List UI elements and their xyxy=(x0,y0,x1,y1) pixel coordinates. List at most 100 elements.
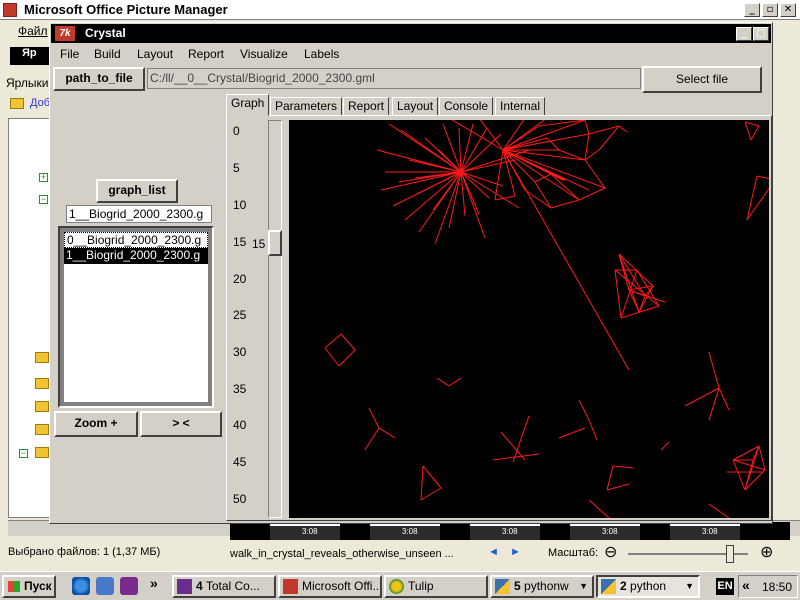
shortcuts-toolbar-button[interactable]: Яр xyxy=(10,47,50,65)
task-label: Tulip xyxy=(408,579,434,593)
folder-icon[interactable] xyxy=(35,352,49,363)
tab-layout[interactable]: Layout xyxy=(392,97,439,116)
scale-slider-track[interactable] xyxy=(268,120,282,518)
minimize-button[interactable]: _ xyxy=(744,3,760,17)
tab-internal[interactable]: Internal xyxy=(495,97,546,116)
scale-tick: 10 xyxy=(233,198,247,212)
floppy-icon xyxy=(177,579,192,594)
scale-tick: 45 xyxy=(233,455,247,469)
tree-collapse-toggle[interactable]: − xyxy=(39,195,48,204)
tab-console[interactable]: Console xyxy=(439,97,494,116)
menu-build[interactable]: Build xyxy=(94,47,121,61)
task-picture-manager[interactable]: Microsoft Offi... xyxy=(278,575,382,598)
graph-edge xyxy=(380,171,462,191)
tab-graph[interactable]: Graph xyxy=(226,94,270,116)
graph-edge xyxy=(732,459,766,471)
floppy-icon[interactable] xyxy=(120,577,138,595)
graph-edge xyxy=(442,123,462,173)
graph-edge xyxy=(460,171,504,187)
task-tulip[interactable]: Tulip xyxy=(384,575,488,598)
folder-icon[interactable] xyxy=(35,378,49,389)
folder-icon[interactable] xyxy=(35,401,49,412)
graph-edge xyxy=(550,173,580,201)
graph-edge xyxy=(364,427,380,451)
zoom-in-icon[interactable]: ⊕ xyxy=(760,542,773,562)
restore-button[interactable]: ▫ xyxy=(762,3,778,17)
scale-slider-thumb[interactable] xyxy=(268,230,282,256)
start-label: Пуск xyxy=(24,579,52,593)
close-button[interactable]: ✕ xyxy=(780,3,796,17)
tray-expand-icon[interactable]: « xyxy=(742,577,750,593)
graph-edge xyxy=(606,483,630,491)
quick-launch-more-icon[interactable]: » xyxy=(150,575,158,591)
graph-edge xyxy=(451,120,504,151)
zoom-out-icon[interactable]: ⊖ xyxy=(604,542,617,562)
thumbnail[interactable]: 3:08 xyxy=(470,524,540,540)
task-label: python xyxy=(630,579,667,593)
zoom-plus-button[interactable]: Zoom + xyxy=(54,411,138,437)
graph-edge xyxy=(550,199,580,209)
tree-expand-toggle[interactable]: + xyxy=(39,173,48,182)
zoom-slider-thumb[interactable] xyxy=(726,545,734,563)
menu-layout[interactable]: Layout xyxy=(137,47,173,61)
graph-list-button[interactable]: graph_list xyxy=(96,179,178,203)
crystal-titlebar: 7k Crystal _ □ xyxy=(51,24,771,43)
add-shortcut-link[interactable]: Доб xyxy=(30,97,50,109)
file-path-field[interactable]: C:/ll/__0__Crystal/Biogrid_2000_2300.gml xyxy=(147,68,641,89)
start-button[interactable]: Пуск xyxy=(2,575,56,598)
menu-file[interactable]: Файл xyxy=(18,24,48,38)
tree-collapse-toggle[interactable]: − xyxy=(19,449,28,458)
menu-report[interactable]: Report xyxy=(188,47,224,61)
menu-labels[interactable]: Labels xyxy=(304,47,339,61)
graph-edge xyxy=(550,173,566,181)
previous-image-button[interactable]: ◄ xyxy=(488,546,499,558)
scale-tick: 0 xyxy=(233,124,240,138)
next-image-button[interactable]: ► xyxy=(510,546,521,558)
clock[interactable]: 18:50 xyxy=(762,580,792,594)
graph-edge xyxy=(460,149,530,173)
graph-edge xyxy=(458,127,462,173)
graph-list-item[interactable]: 0__Biogrid_2000_2300.g xyxy=(64,232,208,248)
crystal-maximize-button[interactable]: □ xyxy=(753,27,769,41)
thumbnail[interactable]: 3:08 xyxy=(670,524,740,540)
graph-list-item-selected[interactable]: 1__Biogrid_2000_2300.g xyxy=(64,248,208,264)
folder-icon[interactable] xyxy=(35,447,49,458)
thumbnail[interactable]: 3:08 xyxy=(570,524,640,540)
menu-visualize[interactable]: Visualize xyxy=(240,47,288,61)
folder-icon[interactable] xyxy=(35,424,49,435)
internet-explorer-icon[interactable] xyxy=(72,577,90,595)
path-to-file-button[interactable]: path_to_file xyxy=(53,67,145,91)
tab-report[interactable]: Report xyxy=(343,97,390,116)
graph-canvas[interactable] xyxy=(289,120,769,518)
graph-edge xyxy=(588,419,598,441)
python-icon xyxy=(601,579,616,594)
graph-edge xyxy=(378,427,396,439)
thumbnail[interactable]: 3:08 xyxy=(270,524,340,540)
task-pythonw[interactable]: 5 pythonw ▼ xyxy=(490,575,594,598)
collapse-button[interactable]: > < xyxy=(140,411,222,437)
graph-edge xyxy=(746,187,769,221)
outlook-express-icon[interactable] xyxy=(96,577,114,595)
thumbnail[interactable]: 3:08 xyxy=(370,524,440,540)
graph-edge xyxy=(588,125,620,135)
picture-manager-vertical-scrollbar[interactable] xyxy=(786,44,800,520)
task-label: Microsoft Offi... xyxy=(302,579,382,593)
language-indicator[interactable]: EN xyxy=(716,578,734,595)
graph-edge xyxy=(558,427,586,439)
graph-list-box[interactable]: 0__Biogrid_2000_2300.g 1__Biogrid_2000_2… xyxy=(63,231,209,403)
crystal-minimize-button[interactable]: _ xyxy=(736,27,752,41)
graph-edge xyxy=(460,127,488,173)
graph-edge xyxy=(494,149,504,201)
graph-edge xyxy=(422,465,442,489)
task-count: 5 xyxy=(514,579,521,593)
task-group-arrow-icon: ▼ xyxy=(685,581,694,591)
select-file-button[interactable]: Select file xyxy=(642,66,762,93)
graph-edge xyxy=(584,149,600,161)
task-label: pythonw xyxy=(524,579,569,593)
task-python[interactable]: 2 python ▼ xyxy=(596,575,700,598)
scale-tick: 40 xyxy=(233,418,247,432)
menu-file[interactable]: File xyxy=(60,47,79,61)
graph-list-current-field[interactable]: 1__Biogrid_2000_2300.g xyxy=(66,205,212,223)
task-total-commander[interactable]: 4 Total Co... xyxy=(172,575,276,598)
tab-parameters[interactable]: Parameters xyxy=(270,97,343,116)
